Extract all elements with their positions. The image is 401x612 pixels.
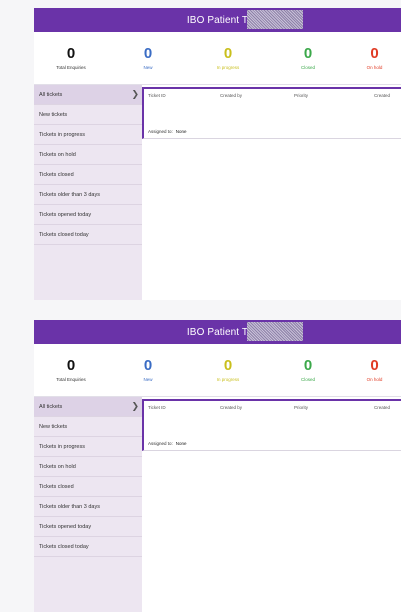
app-window: IBO Patient T 0 Total Enquiries 0 New 0 … bbox=[34, 8, 401, 300]
sidebar-item-label: All tickets bbox=[39, 91, 63, 98]
stat-on-hold[interactable]: 0 On hold bbox=[348, 357, 401, 383]
stat-on-hold-value: 0 bbox=[370, 357, 379, 374]
stats-bar: 0 Total Enquiries 0 New 0 In progress 0 … bbox=[34, 32, 401, 85]
ticket-card[interactable]: Ticket ID Created by Priority Created As… bbox=[142, 87, 401, 139]
sidebar-item-tickets-closed-today[interactable]: Tickets closed today bbox=[34, 537, 142, 557]
stats-bar: 0 Total Enquiries 0 New 0 In progress 0 … bbox=[34, 344, 401, 397]
stat-closed-value: 0 bbox=[303, 357, 313, 374]
assigned-to-value: None bbox=[175, 441, 187, 446]
title-bar: IBO Patient T bbox=[34, 8, 401, 32]
sidebar-item-tickets-closed[interactable]: Tickets closed bbox=[34, 165, 142, 185]
sidebar-item-tickets-opened-today[interactable]: Tickets opened today bbox=[34, 517, 142, 537]
stat-in-progress[interactable]: 0 In progress bbox=[188, 45, 268, 71]
ticket-list: Ticket ID Created by Priority Created As… bbox=[142, 85, 401, 300]
stat-in-progress-label: In progress bbox=[216, 65, 240, 70]
redacted-title-fragment bbox=[247, 10, 303, 29]
chevron-right-icon: ❯ bbox=[131, 89, 139, 99]
stat-total-label: Total Enquiries bbox=[56, 65, 86, 70]
chevron-right-icon: ❯ bbox=[131, 401, 139, 411]
sidebar-item-label: All tickets bbox=[39, 403, 63, 410]
sidebar-item-tickets-on-hold[interactable]: Tickets on hold bbox=[34, 457, 142, 477]
stat-in-progress[interactable]: 0 In progress bbox=[188, 357, 268, 383]
stat-in-progress-label: In progress bbox=[216, 377, 240, 382]
stat-total-enquiries[interactable]: 0 Total Enquiries bbox=[34, 357, 108, 383]
stat-closed-value: 0 bbox=[303, 45, 313, 62]
sidebar-item-tickets-older-3-days[interactable]: Tickets older than 3 days bbox=[34, 497, 142, 517]
stat-on-hold-value: 0 bbox=[370, 45, 379, 62]
sidebar-item-label: Tickets closed today bbox=[39, 231, 89, 238]
sidebar-item-label: Tickets older than 3 days bbox=[39, 191, 100, 198]
sidebar: All tickets ❯ New tickets Tickets in pro… bbox=[34, 85, 142, 300]
ticket-card[interactable]: Ticket ID Created by Priority Created As… bbox=[142, 399, 401, 451]
sidebar-item-label: Tickets on hold bbox=[39, 463, 76, 470]
assigned-to-label: Assigned to: bbox=[148, 129, 173, 134]
sidebar-item-tickets-in-progress[interactable]: Tickets in progress bbox=[34, 437, 142, 457]
sidebar-item-tickets-in-progress[interactable]: Tickets in progress bbox=[34, 125, 142, 145]
redacted-title-fragment bbox=[247, 322, 303, 341]
sidebar-item-tickets-on-hold[interactable]: Tickets on hold bbox=[34, 145, 142, 165]
sidebar-item-label: Tickets on hold bbox=[39, 151, 76, 158]
stat-closed-label: Closed bbox=[300, 377, 315, 382]
sidebar-item-label: Tickets in progress bbox=[39, 131, 85, 138]
ticket-id-label: Ticket ID bbox=[148, 93, 166, 98]
stat-on-hold[interactable]: 0 On hold bbox=[348, 45, 401, 71]
sidebar-item-all-tickets[interactable]: All tickets ❯ bbox=[34, 85, 142, 105]
stat-on-hold-label: On hold bbox=[366, 65, 383, 70]
stat-closed[interactable]: 0 Closed bbox=[268, 357, 348, 383]
assigned-to-label: Assigned to: bbox=[148, 441, 173, 446]
sidebar-item-label: Tickets closed bbox=[39, 483, 74, 490]
stat-new-label: New bbox=[143, 377, 153, 382]
title-bar: IBO Patient T bbox=[34, 320, 401, 344]
stat-on-hold-label: On hold bbox=[366, 377, 383, 382]
stat-new[interactable]: 0 New bbox=[108, 45, 188, 71]
app-title: IBO Patient T bbox=[186, 14, 249, 26]
priority-label: Priority bbox=[294, 405, 309, 410]
stat-total-value: 0 bbox=[66, 45, 76, 62]
priority-label: Priority bbox=[294, 93, 309, 98]
content-area: All tickets ❯ New tickets Tickets in pro… bbox=[34, 397, 401, 612]
assigned-to: Assigned to: None bbox=[148, 441, 187, 446]
sidebar-item-new-tickets[interactable]: New tickets bbox=[34, 105, 142, 125]
sidebar-item-new-tickets[interactable]: New tickets bbox=[34, 417, 142, 437]
app-window-duplicate: IBO Patient T 0 Total Enquiries 0 New 0 … bbox=[34, 320, 401, 612]
created-by-label: Created by bbox=[220, 93, 243, 98]
sidebar-item-tickets-closed-today[interactable]: Tickets closed today bbox=[34, 225, 142, 245]
stat-closed[interactable]: 0 Closed bbox=[268, 45, 348, 71]
ticket-id-label: Ticket ID bbox=[148, 405, 166, 410]
stat-total-enquiries[interactable]: 0 Total Enquiries bbox=[34, 45, 108, 71]
sidebar-item-tickets-closed[interactable]: Tickets closed bbox=[34, 477, 142, 497]
stat-new-label: New bbox=[143, 65, 153, 70]
sidebar-item-label: Tickets closed today bbox=[39, 543, 89, 550]
ticket-list: Ticket ID Created by Priority Created As… bbox=[142, 397, 401, 612]
sidebar-item-tickets-older-3-days[interactable]: Tickets older than 3 days bbox=[34, 185, 142, 205]
sidebar-item-label: New tickets bbox=[39, 111, 68, 118]
sidebar-item-label: New tickets bbox=[39, 423, 68, 430]
stat-total-value: 0 bbox=[66, 357, 76, 374]
stat-in-progress-value: 0 bbox=[223, 357, 233, 374]
created-by-label: Created by bbox=[220, 405, 243, 410]
sidebar-item-tickets-opened-today[interactable]: Tickets opened today bbox=[34, 205, 142, 225]
sidebar-item-label: Tickets closed bbox=[39, 171, 74, 178]
stat-new-value: 0 bbox=[143, 45, 153, 62]
sidebar-item-label: Tickets opened today bbox=[39, 211, 92, 218]
stat-new-value: 0 bbox=[143, 357, 153, 374]
app-title: IBO Patient T bbox=[186, 326, 249, 338]
stat-closed-label: Closed bbox=[300, 65, 315, 70]
created-label: Created bbox=[374, 93, 391, 98]
sidebar-item-label: Tickets opened today bbox=[39, 523, 92, 530]
stat-new[interactable]: 0 New bbox=[108, 357, 188, 383]
assigned-to-value: None bbox=[175, 129, 187, 134]
stat-in-progress-value: 0 bbox=[223, 45, 233, 62]
sidebar-item-all-tickets[interactable]: All tickets ❯ bbox=[34, 397, 142, 417]
content-area: All tickets ❯ New tickets Tickets in pro… bbox=[34, 85, 401, 300]
sidebar-item-label: Tickets in progress bbox=[39, 443, 85, 450]
sidebar-item-label: Tickets older than 3 days bbox=[39, 503, 100, 510]
sidebar: All tickets ❯ New tickets Tickets in pro… bbox=[34, 397, 142, 612]
stat-total-label: Total Enquiries bbox=[56, 377, 86, 382]
assigned-to: Assigned to: None bbox=[148, 129, 187, 134]
created-label: Created bbox=[374, 405, 391, 410]
